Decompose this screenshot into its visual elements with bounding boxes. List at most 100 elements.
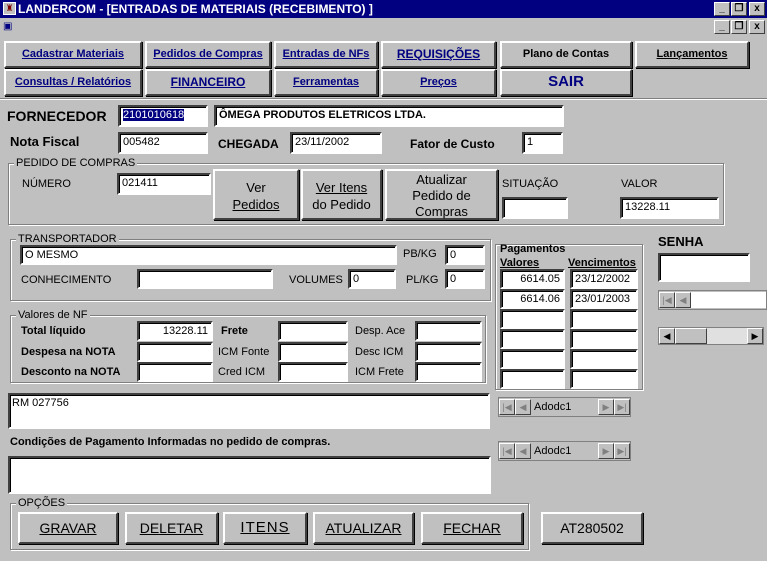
desp-ace-label: Desp. Ace: [355, 325, 406, 337]
gravar-button[interactable]: GRAVAR: [18, 512, 118, 544]
child-restore-button[interactable]: ❐: [731, 20, 747, 34]
frete-input[interactable]: [278, 321, 348, 341]
condicoes-memo[interactable]: [8, 456, 491, 494]
fator-custo-input[interactable]: 1: [522, 132, 563, 154]
nav-ferramentas[interactable]: Ferramentas: [274, 69, 378, 96]
nav-consultas-relatorios[interactable]: Consultas / Relatórios: [4, 69, 142, 96]
next-record-icon[interactable]: ▶: [598, 443, 614, 459]
pagamento-vencimento-input[interactable]: [570, 329, 638, 349]
adodc-caption-2: Adodc1: [534, 445, 572, 457]
deletar-button[interactable]: DELETAR: [125, 512, 218, 544]
ver-itens-button[interactable]: Ver Itens do Pedido: [301, 169, 382, 220]
atualizar-button[interactable]: ATUALIZAR: [313, 512, 414, 544]
pagamento-valor-input[interactable]: [500, 349, 565, 369]
desp-ace-input[interactable]: [415, 321, 482, 341]
nota-fiscal-input[interactable]: 005482: [118, 132, 208, 154]
icm-fonte-label: ICM Fonte: [218, 346, 270, 358]
atualizar-pedido-button[interactable]: Atualizar Pedido de Compras: [385, 169, 498, 220]
pagamento-valor-input[interactable]: [500, 329, 565, 349]
atualizar-pedido-line1: Atualizar: [416, 172, 467, 187]
child-minimize-button[interactable]: _: [714, 20, 730, 34]
nav-precos[interactable]: Preços: [381, 69, 496, 96]
desc-icm-input[interactable]: [415, 342, 482, 362]
conhecimento-input[interactable]: [137, 269, 273, 289]
version-button[interactable]: AT280502: [541, 512, 643, 544]
desconto-nota-input[interactable]: [137, 362, 213, 382]
pagamento-valor-input[interactable]: 6614.05: [500, 269, 565, 289]
scroll-thumb[interactable]: [675, 328, 707, 344]
atualizar-pedido-line2: Pedido de: [412, 188, 471, 203]
volumes-input[interactable]: 0: [348, 269, 396, 289]
total-liquido-input[interactable]: 13228.11: [137, 321, 213, 341]
nav-financeiro[interactable]: FINANCEIRO: [145, 69, 271, 96]
opcoes-group-title: OPÇÕES: [16, 497, 68, 509]
pagamento-vencimento-input[interactable]: 23/12/2002: [570, 269, 638, 289]
nav-lancamentos[interactable]: Lançamentos: [635, 41, 749, 68]
ver-itens-line2: do Pedido: [312, 197, 371, 212]
pagamento-vencimento-input[interactable]: 23/01/2003: [570, 289, 638, 309]
ver-pedidos-button[interactable]: Ver Pedidos: [213, 169, 299, 220]
ver-itens-line1: Ver Itens: [315, 180, 368, 195]
prev-record-icon[interactable]: ◀: [515, 399, 531, 415]
pagamento-vencimento-input[interactable]: [570, 369, 638, 389]
senha-label: SENHA: [658, 234, 704, 249]
nav-cadastrar-materiais[interactable]: Cadastrar Materiais: [4, 41, 142, 68]
prev-record-icon[interactable]: ◀: [515, 443, 531, 459]
first-record-icon[interactable]: |◀: [499, 399, 515, 415]
numero-input[interactable]: 021411: [117, 173, 211, 195]
scroll-track[interactable]: [707, 328, 747, 344]
close-button[interactable]: x: [749, 2, 765, 16]
despesa-nota-input[interactable]: [137, 342, 213, 362]
first-record-icon[interactable]: |◀: [659, 292, 675, 308]
adodc-caption-1: Adodc1: [534, 401, 572, 413]
icm-frete-input[interactable]: [415, 362, 482, 382]
plkg-input[interactable]: 0: [445, 269, 485, 289]
fornecedor-name-input[interactable]: ÔMEGA PRODUTOS ELETRICOS LTDA.: [214, 105, 564, 127]
pedido-group-title: PEDIDO DE COMPRAS: [14, 157, 138, 169]
fornecedor-code-value: 2101010618: [123, 109, 185, 121]
ver-pedidos-line1: Ver: [246, 180, 266, 195]
pagamento-valor-input[interactable]: 6614.06: [500, 289, 565, 309]
valor-input[interactable]: 13228.11: [620, 197, 719, 219]
transportador-input[interactable]: O MESMO: [20, 245, 397, 265]
next-record-icon[interactable]: ▶: [598, 399, 614, 415]
atualizar-pedido-line3: Compras: [415, 204, 468, 219]
window-title-bar: LANDERCOM - [ENTRADAS DE MATERIAIS (RECE…: [0, 0, 767, 18]
fornecedor-code-input[interactable]: 2101010618: [118, 105, 208, 127]
nav-requisicoes[interactable]: REQUISIÇÕES: [381, 41, 496, 68]
scroll-left-icon[interactable]: ◀: [659, 328, 675, 344]
first-record-icon[interactable]: |◀: [499, 443, 515, 459]
scroll-right-icon[interactable]: ▶: [747, 328, 763, 344]
window-title: LANDERCOM - [ENTRADAS DE MATERIAIS (RECE…: [18, 2, 373, 16]
child-close-button[interactable]: x: [749, 20, 765, 34]
valores-nf-group-title: Valores de NF: [16, 309, 90, 321]
adodc-navigator-1: |◀ ◀ Adodc1 ▶ ▶|: [498, 397, 631, 417]
nav-plano-de-contas[interactable]: Plano de Contas: [500, 41, 632, 68]
last-record-icon[interactable]: ▶|: [614, 443, 630, 459]
rm-memo[interactable]: RM 027756: [8, 393, 490, 429]
nav-pedidos-de-compras[interactable]: Pedidos de Compras: [145, 41, 271, 68]
situacao-input[interactable]: [502, 197, 568, 219]
itens-button[interactable]: ITENS: [223, 512, 307, 544]
icm-fonte-input[interactable]: [278, 342, 348, 362]
icm-frete-label: ICM Frete: [355, 366, 404, 378]
last-record-icon[interactable]: ▶|: [614, 399, 630, 415]
pagamento-vencimento-input[interactable]: [570, 349, 638, 369]
desc-icm-label: Desc ICM: [355, 346, 404, 358]
pbkg-input[interactable]: 0: [445, 245, 485, 265]
fator-custo-label: Fator de Custo: [410, 137, 495, 151]
pagamento-valor-input[interactable]: [500, 369, 565, 389]
chegada-input[interactable]: 23/11/2002: [290, 132, 382, 154]
adodc-navigator-2: |◀ ◀ Adodc1 ▶ ▶|: [498, 441, 631, 461]
horizontal-scrollbar[interactable]: ◀ ▶: [658, 327, 764, 345]
pagamento-vencimento-input[interactable]: [570, 309, 638, 329]
restore-button[interactable]: ❐: [731, 2, 747, 16]
senha-input[interactable]: [658, 253, 750, 282]
cred-icm-input[interactable]: [278, 362, 348, 382]
pagamento-valor-input[interactable]: [500, 309, 565, 329]
nav-entradas-de-nfs[interactable]: Entradas de NFs: [274, 41, 378, 68]
nav-sair[interactable]: SAIR: [500, 69, 632, 96]
prev-record-icon[interactable]: ◀: [675, 292, 691, 308]
minimize-button[interactable]: _: [714, 2, 730, 16]
fechar-button[interactable]: FECHAR: [421, 512, 523, 544]
